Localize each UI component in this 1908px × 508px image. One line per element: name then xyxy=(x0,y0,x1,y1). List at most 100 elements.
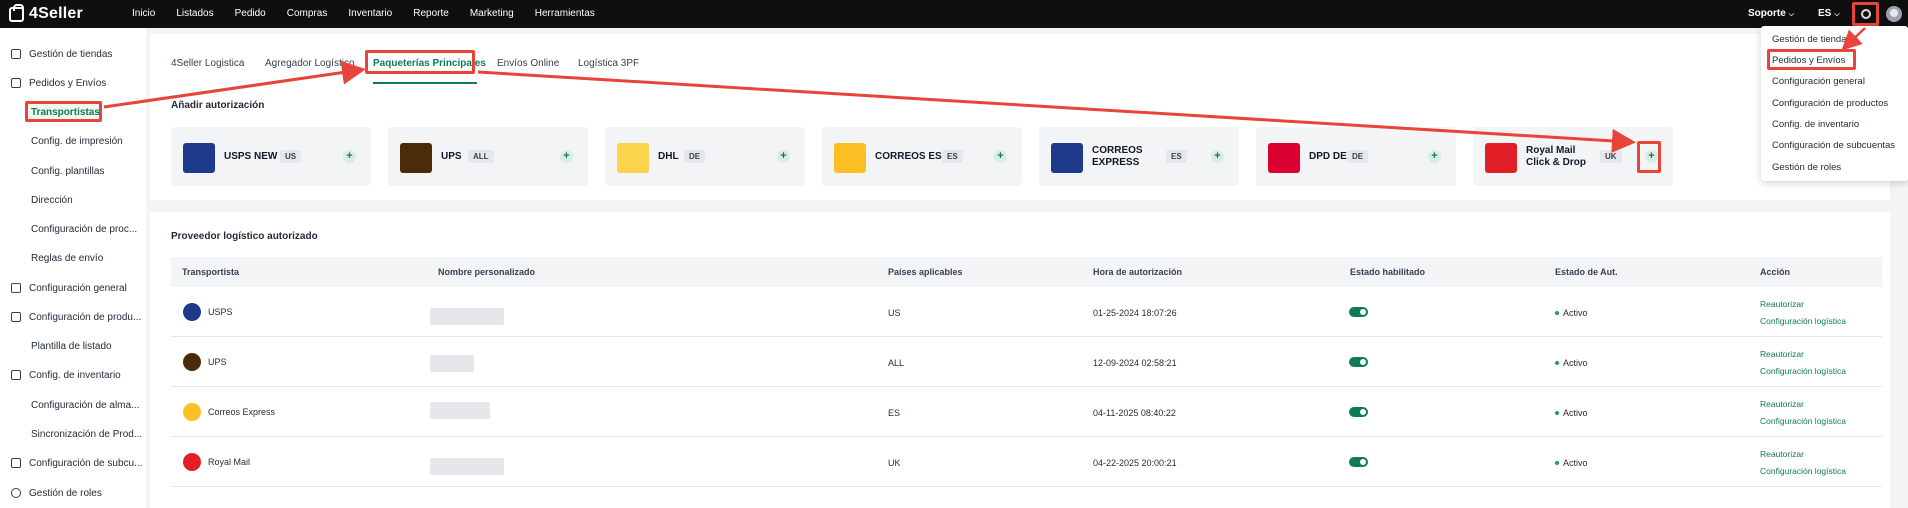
settings-button[interactable] xyxy=(1852,2,1879,26)
tab-agregador-logistico[interactable]: Agregador Logístico xyxy=(265,58,355,69)
logistics-config-link[interactable]: Configuración logística xyxy=(1760,466,1846,476)
country-cell: ALL xyxy=(888,358,905,368)
status-dot xyxy=(1555,461,1559,465)
sidebar-item-gestion-tiendas[interactable]: Gestión de tiendas xyxy=(0,43,146,65)
sidebar-item-config-general[interactable]: Configuración general xyxy=(0,277,146,299)
add-carrier-button[interactable]: + xyxy=(994,150,1007,163)
sidebar-item-sincronizacion[interactable]: Sincronización de Prod... xyxy=(0,423,146,445)
add-carrier-button[interactable]: + xyxy=(1211,150,1224,163)
sidebar-item-transportistas[interactable]: Transportistas xyxy=(0,101,146,123)
dropdown-item-config-productos[interactable]: Configuración de productos xyxy=(1772,98,1888,109)
enabled-toggle[interactable] xyxy=(1349,307,1368,317)
sidebar-item-direccion[interactable]: Dirección xyxy=(0,189,146,211)
royal-mail-logo-icon xyxy=(1485,143,1517,173)
table-row xyxy=(171,437,1882,487)
column-header: Nombre personalizado xyxy=(438,267,536,277)
app-logo[interactable]: 4Seller xyxy=(9,3,83,23)
country-cell: UK xyxy=(888,458,901,468)
carrier-name: CORREOS EXPRESS xyxy=(1092,145,1143,168)
carrier-card-dhl: DHL DE + xyxy=(605,127,805,186)
sidebar-item-label: Configuración de proc... xyxy=(31,223,138,235)
carrier-card-dpd-de: DPD DE DE + xyxy=(1256,127,1456,186)
add-authorization-title: Añadir autorización xyxy=(171,100,265,111)
logistics-config-link[interactable]: Configuración logística xyxy=(1760,416,1846,426)
carrier-name: Royal Mail Click & Drop xyxy=(1526,145,1587,168)
custom-name-redacted xyxy=(430,458,504,475)
carrier-card-correos-express: CORREOS EXPRESS ES + xyxy=(1039,127,1239,186)
dropdown-item-gestion-tiendas[interactable]: Gestión de tiendas xyxy=(1772,34,1851,45)
reauthorize-link[interactable]: Reautorizar xyxy=(1760,399,1804,409)
status-dot xyxy=(1555,361,1559,365)
nav-inventario[interactable]: Inventario xyxy=(348,8,392,19)
sidebar-item-config-proc[interactable]: Configuración de proc... xyxy=(0,218,146,240)
sidebar-item-label: Config. de impresión xyxy=(31,135,123,147)
dropdown-item-config-subcuentas[interactable]: Configuración de subcuentas xyxy=(1772,140,1895,151)
carrier-code: US xyxy=(280,150,302,163)
carrier-name: USPS NEW xyxy=(224,151,278,162)
reauthorize-link[interactable]: Reautorizar xyxy=(1760,449,1804,459)
enabled-toggle[interactable] xyxy=(1349,457,1368,467)
nav-inicio[interactable]: Inicio xyxy=(132,8,155,19)
add-carrier-button[interactable]: + xyxy=(777,150,790,163)
dropdown-item-gestion-roles[interactable]: Gestión de roles xyxy=(1772,162,1841,173)
chevron-down-icon: ⌵ xyxy=(1834,11,1840,18)
add-carrier-button[interactable]: + xyxy=(1428,150,1441,163)
sidebar-item-config-plantillas[interactable]: Config. plantillas xyxy=(0,160,146,182)
carrier-code: ES xyxy=(1166,150,1187,163)
reauthorize-link[interactable]: Reautorizar xyxy=(1760,349,1804,359)
nav-pedido[interactable]: Pedido xyxy=(235,8,266,19)
country-cell: ES xyxy=(888,408,901,418)
add-carrier-button[interactable]: + xyxy=(560,150,573,163)
correos-logo-icon xyxy=(834,143,866,173)
tab-4seller-logistica[interactable]: 4Seller Logistica xyxy=(171,58,244,69)
reauthorize-link[interactable]: Reautorizar xyxy=(1760,299,1804,309)
authorized-providers-title: Proveedor logístico autorizado xyxy=(171,231,318,242)
usps-logo-icon xyxy=(183,143,215,173)
sidebar-item-config-subcuentas[interactable]: Configuración de subcu... xyxy=(0,452,146,474)
language-label: ES xyxy=(1818,8,1832,19)
sidebar-item-label: Configuración de alma... xyxy=(31,399,140,411)
tab-logistica-3pf[interactable]: Logística 3PF xyxy=(578,58,639,69)
logistics-config-link[interactable]: Configuración logística xyxy=(1760,366,1846,376)
settings-icon xyxy=(11,283,21,293)
carrier-name: UPS xyxy=(441,151,462,162)
product-icon xyxy=(11,312,21,322)
dropdown-item-config-inventario[interactable]: Config. de inventario xyxy=(1772,119,1859,130)
nav-listados[interactable]: Listados xyxy=(176,8,213,19)
logistics-config-link[interactable]: Configuración logística xyxy=(1760,316,1846,326)
nav-reporte[interactable]: Reporte xyxy=(413,8,449,19)
sidebar-item-plantilla-listado[interactable]: Plantilla de listado xyxy=(0,335,146,357)
status-dot xyxy=(1555,311,1559,315)
sidebar-item-reglas-envio[interactable]: Reglas de envío xyxy=(0,247,146,269)
sidebar-item-config-impresion[interactable]: Config. de impresión xyxy=(0,130,146,152)
sidebar-item-gestion-roles[interactable]: Gestión de roles xyxy=(0,482,146,504)
nav-herramientas[interactable]: Herramientas xyxy=(535,8,595,19)
avatar[interactable] xyxy=(1886,6,1902,22)
nav-compras[interactable]: Compras xyxy=(287,8,328,19)
dropdown-item-config-general[interactable]: Configuración general xyxy=(1772,76,1865,87)
support-menu[interactable]: Soporte ⌵ xyxy=(1748,8,1794,19)
enabled-toggle[interactable] xyxy=(1349,407,1368,417)
sidebar-item-label: Config. plantillas xyxy=(31,165,105,177)
tab-envios-online[interactable]: Envíos Online xyxy=(497,58,559,69)
sidebar-item-label: Config. de inventario xyxy=(29,369,121,381)
sidebar-item-pedidos-envios[interactable]: Pedidos y Envíos xyxy=(0,72,146,94)
main-nav: Inicio Listados Pedido Compras Inventari… xyxy=(132,8,595,19)
nav-marketing[interactable]: Marketing xyxy=(470,8,514,19)
column-header: Transportista xyxy=(182,267,240,277)
sidebar-item-config-almacen[interactable]: Configuración de alma... xyxy=(0,394,146,416)
sidebar-item-config-inventario[interactable]: Config. de inventario xyxy=(0,364,146,386)
carrier-cell: USPS xyxy=(208,307,233,317)
enabled-toggle[interactable] xyxy=(1349,357,1368,367)
language-selector[interactable]: ES ⌵ xyxy=(1818,8,1840,19)
sidebar-item-config-productos[interactable]: Configuración de produ... xyxy=(0,306,146,328)
sidebar-item-label: Sincronización de Prod... xyxy=(31,428,143,440)
carrier-card-ups: UPS ALL + xyxy=(388,127,588,186)
auth-time-cell: 04-22-2025 20:00:21 xyxy=(1093,458,1177,468)
sidebar-item-label: Gestión de roles xyxy=(29,487,102,499)
sidebar-item-label: Transportistas xyxy=(31,106,100,118)
add-carrier-button[interactable]: + xyxy=(343,150,356,163)
custom-name-redacted xyxy=(430,308,504,325)
support-label: Soporte xyxy=(1748,8,1786,19)
app-name: 4Seller xyxy=(29,5,83,22)
